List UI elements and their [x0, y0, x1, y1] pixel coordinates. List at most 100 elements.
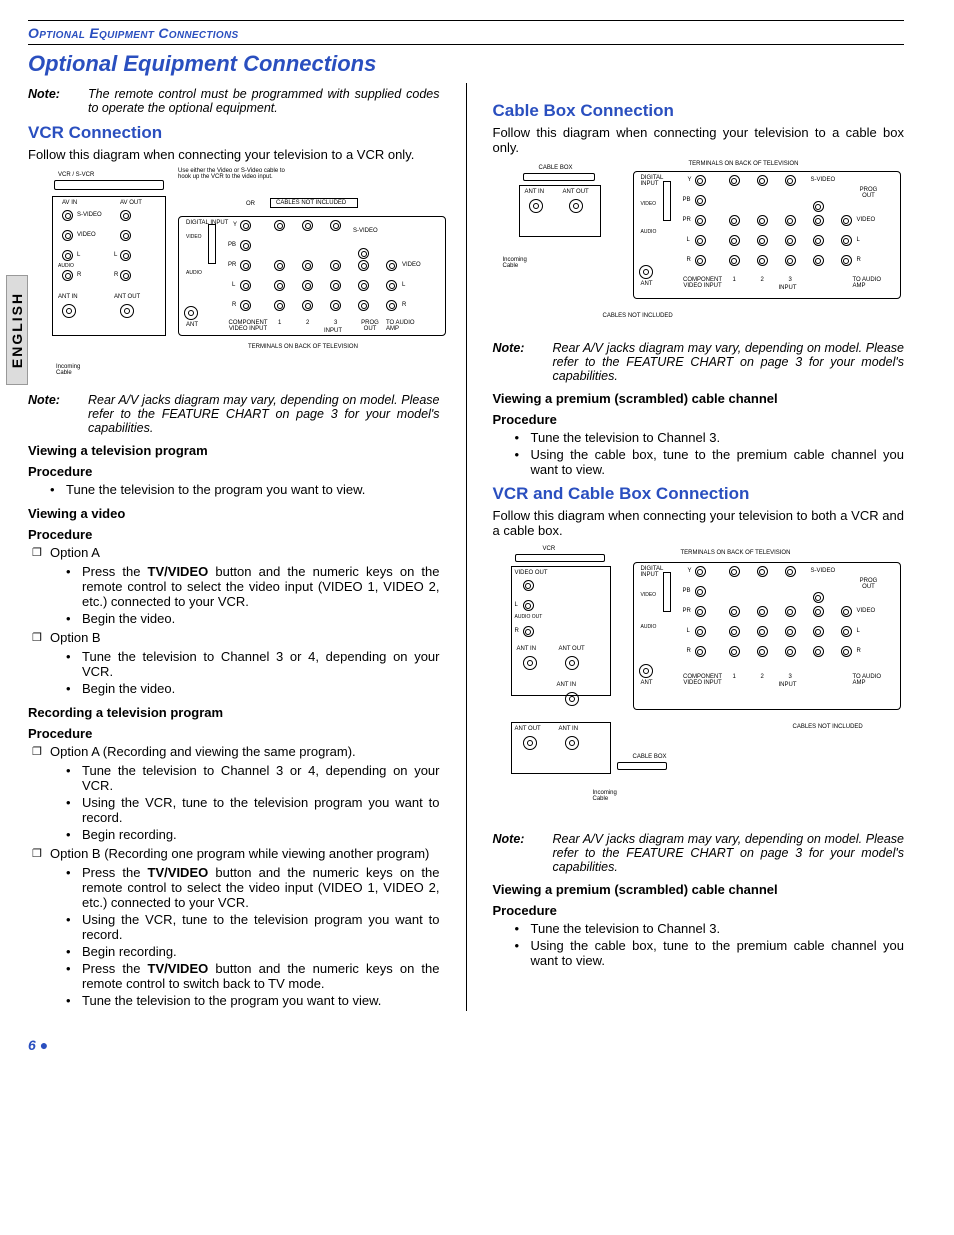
diagram-vcr: VCR / S-VCR Use either the Video or S-Vi… — [28, 168, 440, 383]
rec-b-label: Option B (Recording one program while vi… — [50, 845, 440, 862]
d1-jack — [386, 300, 397, 311]
d1-Rrow: R — [232, 302, 236, 308]
d1-jack — [62, 210, 73, 221]
tvvideo-label: TV/VIDEO — [148, 564, 209, 579]
view-prog-list: Tune the television to the program you w… — [28, 481, 440, 498]
d2-toamp: TO AUDIO AMP — [853, 277, 887, 289]
d3-jack — [729, 606, 740, 617]
d1-svideo: S-VIDEO — [77, 212, 102, 218]
d1-jack — [274, 280, 285, 291]
d1-jack — [62, 230, 73, 241]
page-number-value: 6 — [28, 1037, 36, 1053]
d1-jack — [240, 260, 251, 271]
d1-jack — [120, 210, 131, 221]
text: Press the — [82, 865, 148, 880]
d1-digital-slot — [208, 224, 216, 264]
procedure-heading: Procedure — [28, 527, 440, 542]
note-body: Rear A/V jacks diagram may vary, dependi… — [553, 341, 905, 383]
d2-jack — [841, 215, 852, 226]
tvvideo-label: TV/VIDEO — [148, 865, 209, 880]
premium-steps: Tune the television to Channel 3. Using … — [493, 429, 905, 478]
d1-L2: L — [114, 252, 117, 258]
d2-cb: CABLE BOX — [539, 165, 573, 171]
d2-pb: PB — [683, 197, 691, 203]
right-column: Cable Box Connection Follow this diagram… — [493, 83, 905, 1011]
d1-L: L — [77, 252, 80, 258]
d1-cni: CABLES NOT INCLUDED — [276, 200, 346, 206]
list-item: Press the TV/VIDEO button and the numeri… — [82, 864, 440, 911]
list-item: Tune the television to the program you w… — [66, 481, 440, 498]
d2-jack — [729, 255, 740, 266]
d1-jack — [120, 250, 131, 261]
d3-aout: AUDIO OUT — [515, 614, 543, 620]
d3-dslot — [663, 572, 671, 612]
d2-jack — [757, 235, 768, 246]
d2-pr: PR — [683, 217, 691, 223]
d2-jack — [729, 215, 740, 226]
d2-jack — [757, 255, 768, 266]
diagram-vcr-cable: VCR VIDEO OUT L AUDIO OUT R ANT IN ANT O… — [493, 544, 905, 822]
d1-pr: PR — [228, 262, 236, 268]
option-a-label: Option A — [50, 544, 440, 561]
rec-b-steps: Press the TV/VIDEO button and the numeri… — [28, 864, 440, 1009]
page-number-dot: ● — [40, 1037, 48, 1053]
d1-prog: PROG OUT — [358, 320, 382, 332]
d3-incoming: Incoming Cable — [593, 790, 627, 802]
d3-jack — [785, 646, 796, 657]
d1-jack — [240, 300, 251, 311]
cable-heading: Cable Box Connection — [493, 101, 905, 121]
d2-video2: VIDEO — [857, 217, 876, 223]
page-title: Optional Equipment Connections — [28, 51, 904, 77]
note-body: The remote control must be programmed wi… — [88, 87, 440, 115]
note-body: Rear A/V jacks diagram may vary, dependi… — [553, 832, 905, 874]
d3-R: R — [515, 628, 519, 634]
d3-toamp: TO AUDIO AMP — [853, 674, 887, 686]
rec-a-label: Option A (Recording and viewing the same… — [50, 743, 440, 760]
d2-jack — [729, 175, 740, 186]
d3-antout: ANT OUT — [559, 646, 585, 652]
d1-vcr-body — [54, 180, 164, 190]
d2-jack — [785, 175, 796, 186]
d3-L2: L — [687, 628, 690, 634]
d1-jack — [330, 300, 341, 311]
d3-jack — [841, 626, 852, 637]
column-separator — [466, 83, 467, 1011]
d2-antin: ANT IN — [525, 189, 545, 195]
d3-L: L — [515, 602, 518, 608]
d1-jack — [274, 300, 285, 311]
rule-top — [28, 20, 904, 21]
d1-R2: R — [114, 272, 118, 278]
premium-steps-2: Tune the television to Channel 3. Using … — [493, 920, 905, 969]
d1-jack — [358, 300, 369, 311]
d1-audio2: AUDIO — [186, 270, 202, 276]
d1-jack — [302, 300, 313, 311]
d1-jack — [358, 280, 369, 291]
vcr-intro: Follow this diagram when connecting your… — [28, 147, 440, 162]
d2-jack — [695, 255, 706, 266]
list-item: Press the TV/VIDEO button and the numeri… — [82, 960, 440, 992]
list-item: Tune the television to Channel 3. — [531, 429, 905, 446]
d1-L3: L — [402, 282, 405, 288]
d1-jack — [302, 220, 313, 231]
d1-antin: ANT IN — [58, 294, 78, 300]
d1-jack — [240, 220, 251, 231]
d3-n3: 3 — [789, 674, 792, 680]
d1-terms: TERMINALS ON BACK OF TELEVISION — [248, 344, 358, 350]
note-label: Note: — [28, 393, 88, 435]
option-a: Option A — [28, 544, 440, 561]
d3-comp: COMPONENT VIDEO INPUT — [681, 674, 725, 686]
d1-ant — [184, 306, 198, 320]
d3-jack — [523, 656, 537, 670]
d2-jack — [529, 199, 543, 213]
d3-jack — [841, 606, 852, 617]
d2-jack — [841, 255, 852, 266]
d3-y: Y — [688, 568, 692, 574]
rec-heading: Recording a television program — [28, 705, 440, 720]
d2-jack — [695, 175, 706, 186]
d3-antin2: ANT IN — [557, 682, 577, 688]
premium-heading-2: Viewing a premium (scrambled) cable chan… — [493, 882, 905, 897]
option-a-steps: Press the TV/VIDEO button and the numeri… — [28, 563, 440, 627]
d2-audio: AUDIO — [641, 229, 657, 235]
d3-ant — [639, 664, 653, 678]
list-item: Using the cable box, tune to the premium… — [531, 937, 905, 969]
